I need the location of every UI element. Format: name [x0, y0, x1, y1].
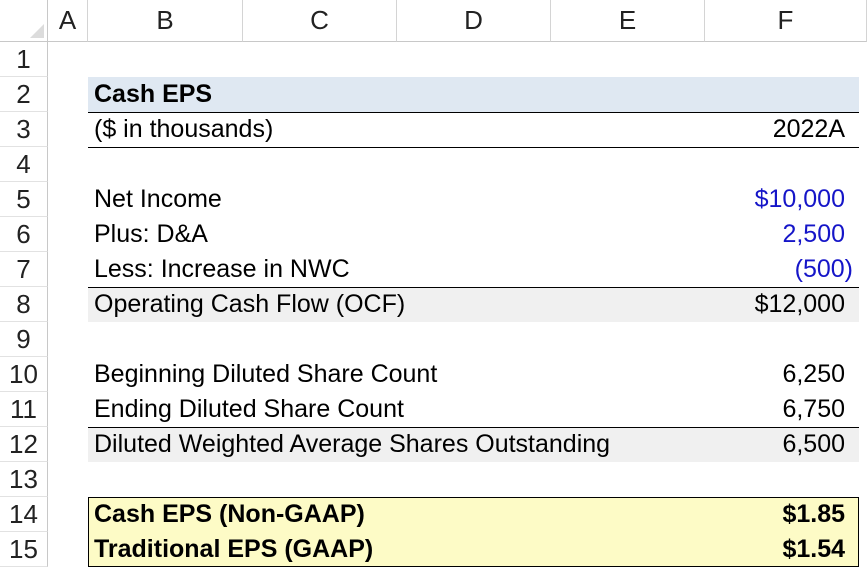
row-header-14[interactable]: 14	[0, 497, 48, 532]
column-header-c[interactable]: C	[243, 0, 397, 42]
cell-b10-beg-shares-label[interactable]: Beginning Diluted Share Count	[88, 357, 650, 392]
cell-f6-da-value[interactable]: 2,500	[650, 217, 859, 252]
cell-b6-da-label[interactable]: Plus: D&A	[88, 217, 650, 252]
cell-b7-nwc-label[interactable]: Less: Increase in NWC	[88, 252, 650, 287]
column-header-a[interactable]: A	[48, 0, 88, 42]
row-header-12[interactable]: 12	[0, 427, 48, 462]
cell-b14-cash-eps-label[interactable]: Cash EPS (Non-GAAP)	[88, 497, 650, 532]
row-header-4[interactable]: 4	[0, 147, 48, 182]
row-header-6[interactable]: 6	[0, 217, 48, 252]
row-header-13[interactable]: 13	[0, 462, 48, 497]
row-header-10[interactable]: 10	[0, 357, 48, 392]
row-header-2[interactable]: 2	[0, 77, 48, 112]
cell-b5-net-income-label[interactable]: Net Income	[88, 182, 650, 217]
header-bottom-border	[88, 147, 859, 148]
cell-f5-net-income-value[interactable]: $10,000	[650, 182, 859, 217]
row-header-7[interactable]: 7	[0, 252, 48, 287]
cell-f14-cash-eps-value[interactable]: $1.85	[650, 497, 859, 532]
cell-f11-end-shares-value[interactable]: 6,750	[650, 392, 859, 427]
cell-b12-wavg-label[interactable]: Diluted Weighted Average Shares Outstand…	[88, 427, 650, 462]
spreadsheet: A B C D E F 1 2 3 4 5 6 7 8 9 10 11 12 1…	[0, 0, 867, 573]
cell-f7-nwc-value[interactable]: (500)	[650, 252, 859, 287]
row-header-5[interactable]: 5	[0, 182, 48, 217]
column-header-e[interactable]: E	[551, 0, 705, 42]
column-header-f[interactable]: F	[705, 0, 867, 42]
cell-b8-ocf-label[interactable]: Operating Cash Flow (OCF)	[88, 287, 650, 322]
cell-f8-ocf-value[interactable]: $12,000	[650, 287, 859, 322]
column-header-b[interactable]: B	[88, 0, 243, 42]
select-all-corner[interactable]	[0, 0, 48, 42]
cell-f10-beg-shares-value[interactable]: 6,250	[650, 357, 859, 392]
cell-f3-period[interactable]: 2022A	[650, 112, 859, 147]
column-header-d[interactable]: D	[397, 0, 551, 42]
row-header-8[interactable]: 8	[0, 287, 48, 322]
cell-f15-trad-eps-value[interactable]: $1.54	[650, 532, 859, 567]
row-header-1[interactable]: 1	[0, 42, 48, 77]
row-header-15[interactable]: 15	[0, 532, 48, 567]
cell-b11-end-shares-label[interactable]: Ending Diluted Share Count	[88, 392, 650, 427]
row-header-3[interactable]: 3	[0, 112, 48, 147]
cell-b3-units[interactable]: ($ in thousands)	[88, 112, 650, 147]
cell-b15-trad-eps-label[interactable]: Traditional EPS (GAAP)	[88, 532, 650, 567]
cell-f12-wavg-value[interactable]: 6,500	[650, 427, 859, 462]
row-header-9[interactable]: 9	[0, 322, 48, 357]
row-header-11[interactable]: 11	[0, 392, 48, 427]
cell-b2-title[interactable]: Cash EPS	[88, 77, 650, 112]
